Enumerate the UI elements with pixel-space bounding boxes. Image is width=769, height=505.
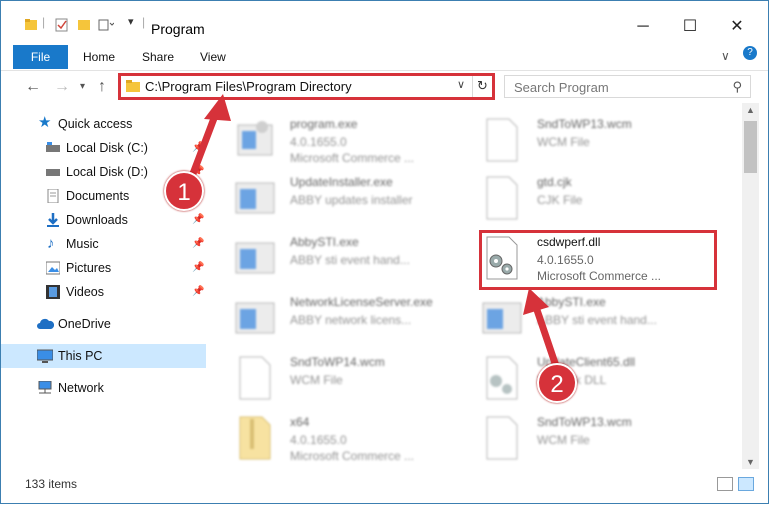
callout-arrows [187, 94, 561, 373]
explorer-window: | ▾ | Program ─ ☐ ✕ File Home Share View… [0, 0, 769, 504]
callout-badge-2: 2 [537, 363, 577, 403]
callout-badge-1: 1 [164, 171, 204, 211]
